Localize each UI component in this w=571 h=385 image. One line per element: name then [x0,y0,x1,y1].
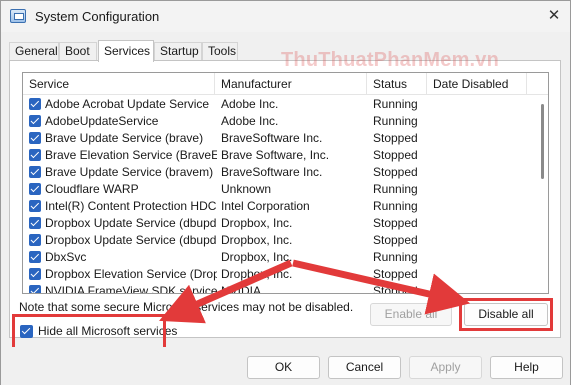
column-header-status[interactable]: Status [367,73,427,95]
service-checkbox[interactable] [29,234,41,246]
service-status: Stopped [373,148,418,162]
service-name: Dropbox Update Service (dbupd... [45,233,217,247]
service-name: DbxSvc [45,250,87,264]
table-row[interactable]: Dropbox Update Service (dbupd... Dropbox… [23,232,535,249]
service-manufacturer: Adobe Inc. [221,97,279,111]
service-name: Dropbox Update Service (dbupd... [45,216,217,230]
cancel-button[interactable]: Cancel [328,356,401,379]
table-row[interactable]: Adobe Acrobat Update Service Adobe Inc. … [23,96,535,113]
service-manufacturer: Dropbox, Inc. [221,233,293,247]
service-status: Stopped [373,216,418,230]
table-row[interactable]: Brave Update Service (bravem) BraveSoftw… [23,164,535,181]
table-row[interactable]: DbxSvc Dropbox, Inc. Running [23,249,535,266]
service-checkbox[interactable] [29,217,41,229]
title-bar: System Configuration ✕ [1,1,570,32]
service-checkbox[interactable] [29,98,41,110]
service-checkbox[interactable] [29,183,41,195]
close-button[interactable]: ✕ [541,5,567,27]
tab-boot[interactable]: Boot [59,42,97,61]
service-name: Dropbox Elevation Service (Drop... [45,267,217,281]
service-manufacturer: Dropbox, Inc. [221,250,293,264]
service-manufacturer: Brave Software, Inc. [221,148,330,162]
watermark: ThuThuatPhanMem.vn [281,49,500,71]
help-button[interactable]: Help [490,356,563,379]
service-manufacturer: NVIDIA [221,284,262,294]
dialog-button-bar: OK Cancel Apply Help [1,347,570,385]
service-manufacturer: Intel Corporation [221,199,310,213]
service-name: Intel(R) Content Protection HDC... [45,199,217,213]
service-checkbox[interactable] [29,132,41,144]
service-name: AdobeUpdateService [45,114,159,128]
service-manufacturer: Dropbox, Inc. [221,267,293,281]
tab-startup[interactable]: Startup [154,42,202,61]
secure-services-note: Note that some secure Microsoft services… [19,300,354,314]
system-configuration-window: System Configuration ✕ General Boot Serv… [0,0,571,385]
enable-all-button[interactable]: Enable all [370,303,452,326]
service-status: Running [373,250,418,264]
ok-button[interactable]: OK [247,356,320,379]
service-name: Adobe Acrobat Update Service [45,97,210,111]
service-checkbox[interactable] [29,251,41,263]
services-panel: Service Manufacturer Status Date Disable… [9,60,561,338]
window-title: System Configuration [35,9,160,24]
service-name: Brave Update Service (brave) [45,131,204,145]
table-row[interactable]: Dropbox Elevation Service (Drop... Dropb… [23,266,535,283]
vertical-scrollbar[interactable] [537,96,547,293]
column-header-service[interactable]: Service [23,73,215,95]
service-name: Cloudflare WARP [45,182,139,196]
apply-button[interactable]: Apply [409,356,482,379]
service-status: Running [373,97,418,111]
column-header-manufacturer[interactable]: Manufacturer [215,73,367,95]
service-name: NVIDIA FrameView SDK service [45,284,217,294]
tab-services[interactable]: Services [98,40,154,62]
service-status: Running [373,182,418,196]
service-status: Stopped [373,165,418,179]
table-row[interactable]: Dropbox Update Service (dbupd... Dropbox… [23,215,535,232]
table-row[interactable]: NVIDIA FrameView SDK service NVIDIA Stop… [23,283,535,294]
table-row[interactable]: Intel(R) Content Protection HDC... Intel… [23,198,535,215]
disable-all-highlight [459,298,553,331]
table-row[interactable]: Brave Elevation Service (BraveEl... Brav… [23,147,535,164]
service-manufacturer: Unknown [221,182,272,196]
service-manufacturer: Adobe Inc. [221,114,279,128]
list-header: Service Manufacturer Status Date Disable… [23,73,548,95]
tab-general[interactable]: General [9,42,59,61]
service-checkbox[interactable] [29,200,41,212]
table-row[interactable]: AdobeUpdateService Adobe Inc. Running [23,113,535,130]
service-manufacturer: BraveSoftware Inc. [221,165,323,179]
service-checkbox[interactable] [29,166,41,178]
service-name: Brave Elevation Service (BraveEl... [45,148,217,162]
service-name: Brave Update Service (bravem) [45,165,214,179]
scrollbar-thumb[interactable] [541,104,544,179]
table-row[interactable]: Cloudflare WARP Unknown Running [23,181,535,198]
service-checkbox[interactable] [29,285,41,293]
table-row[interactable]: Brave Update Service (brave) BraveSoftwa… [23,130,535,147]
service-status: Stopped [373,284,418,294]
service-status: Stopped [373,267,418,281]
service-manufacturer: Dropbox, Inc. [221,216,293,230]
system-configuration-icon [10,9,26,23]
service-status: Stopped [373,233,418,247]
service-manufacturer: BraveSoftware Inc. [221,131,323,145]
service-status: Running [373,199,418,213]
service-status: Stopped [373,131,418,145]
service-checkbox[interactable] [29,115,41,127]
service-status: Running [373,114,418,128]
tab-tools[interactable]: Tools [202,42,238,61]
service-checkbox[interactable] [29,149,41,161]
hide-microsoft-highlight [12,314,166,350]
services-list: Service Manufacturer Status Date Disable… [22,72,549,294]
service-checkbox[interactable] [29,268,41,280]
column-header-date-disabled[interactable]: Date Disabled [427,73,527,95]
